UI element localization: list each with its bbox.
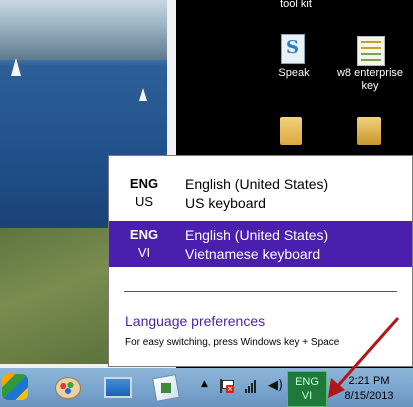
language-description: English (United States) US keyboard — [185, 175, 328, 213]
desktop-icon-label[interactable]: tool kit — [270, 0, 322, 11]
desktop-icon-label[interactable]: Speak — [270, 67, 318, 80]
wallpaper-hills — [0, 0, 167, 60]
folder-icon[interactable] — [357, 117, 381, 145]
remote-desktop-icon[interactable] — [150, 372, 182, 402]
language-description: English (United States) Vietnamese keybo… — [185, 226, 328, 264]
language-option-vi[interactable]: ENG VI English (United States) Vietnames… — [109, 221, 412, 267]
signal-icon[interactable] — [245, 379, 259, 393]
language-flyout: ENG US English (United States) US keyboa… — [108, 155, 413, 367]
language-name: English (United States) — [185, 227, 329, 243]
desktop-icon-label[interactable]: w8 enterprise key — [330, 67, 410, 93]
language-abbreviation: ENG VI — [123, 226, 165, 262]
input-language: ENG — [295, 376, 319, 388]
monitor-icon[interactable] — [101, 372, 133, 402]
language-name: English (United States) — [185, 176, 329, 192]
clock-date: 8/15/2013 — [344, 390, 394, 402]
show-hidden-icons-chevron-icon[interactable]: ▲ — [201, 379, 208, 389]
language-abbreviation: ENG US — [123, 175, 165, 211]
error-badge-icon: × — [226, 385, 234, 393]
language-code: ENG — [129, 176, 159, 191]
start-icon[interactable] — [2, 374, 28, 400]
switching-hint: For easy switching, press Windows key + … — [125, 337, 340, 348]
keyboard-code: US — [134, 194, 154, 209]
paint-icon[interactable] — [52, 372, 84, 402]
language-option-us[interactable]: ENG US English (United States) US keyboa… — [109, 170, 412, 216]
speaker-icon[interactable]: ◀) — [268, 378, 283, 393]
keyboard-name: US keyboard — [185, 195, 266, 211]
divider — [124, 291, 397, 292]
sailboat — [139, 88, 147, 101]
input-keyboard: VI — [301, 390, 313, 402]
keyboard-name: Vietnamese keyboard — [185, 246, 321, 262]
folder-icon[interactable] — [280, 117, 302, 145]
keyboard-code: VI — [137, 245, 151, 260]
input-indicator[interactable]: ENG VI — [287, 371, 327, 407]
taskbar-clock[interactable]: 2:21 PM 8/15/2013 — [333, 374, 405, 404]
clock-time: 2:21 PM — [348, 375, 390, 387]
speak-icon[interactable] — [281, 34, 305, 64]
language-preferences-link[interactable]: Language preferences — [125, 313, 265, 329]
document-icon[interactable] — [357, 36, 385, 66]
sailboat — [11, 58, 21, 76]
language-code: ENG — [129, 227, 159, 242]
